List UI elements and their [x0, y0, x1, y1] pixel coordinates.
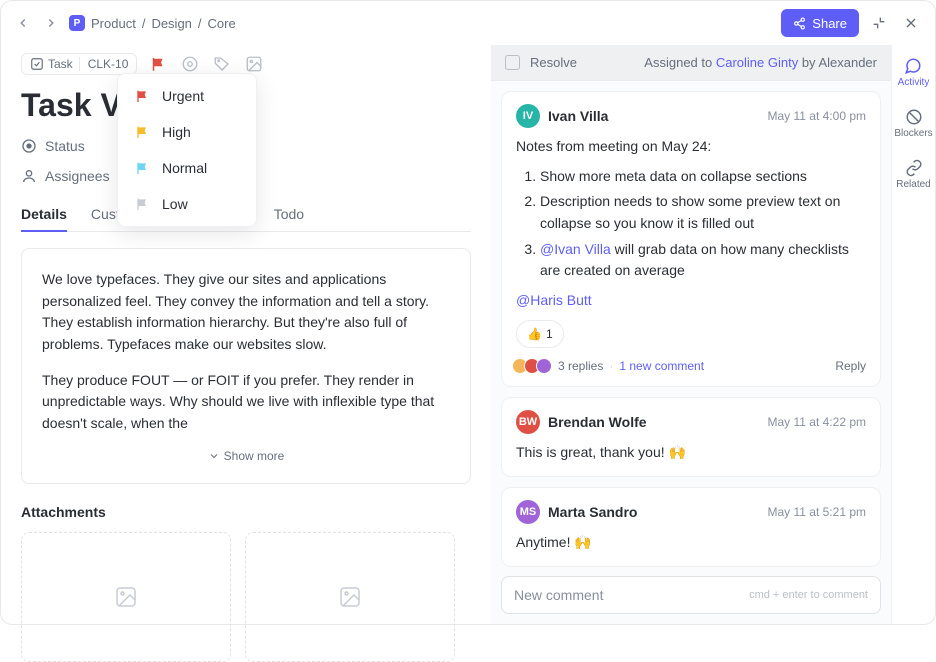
person-icon — [21, 168, 37, 184]
share-icon — [793, 17, 806, 30]
attachment-placeholder[interactable] — [21, 532, 231, 662]
mention-link[interactable]: @Haris Butt — [516, 292, 592, 308]
assignee-link[interactable]: Caroline Ginty — [716, 55, 798, 70]
avatar[interactable]: BW — [516, 410, 540, 434]
breadcrumb-item[interactable]: Design — [151, 16, 191, 31]
new-comment-count[interactable]: 1 new comment — [619, 359, 704, 373]
comment-author: Brendan Wolfe — [548, 414, 647, 430]
list-item: Show more meta data on collapse sections — [540, 166, 866, 188]
flag-icon — [134, 124, 150, 140]
comment-card: MS Marta Sandro May 11 at 5:21 pm Anytim… — [501, 487, 881, 567]
reply-count[interactable]: 3 replies — [558, 359, 603, 373]
avatar[interactable]: MS — [516, 500, 540, 524]
reaction-button[interactable]: 👍 1 — [516, 320, 564, 349]
comment-body: This is great, thank you! 🙌 — [516, 442, 866, 464]
image-placeholder-icon — [114, 585, 138, 609]
minimize-icon[interactable] — [867, 11, 891, 35]
share-button[interactable]: Share — [781, 9, 859, 37]
new-comment-input[interactable]: New comment cmd + enter to comment — [501, 576, 881, 614]
breadcrumb-item[interactable]: Core — [208, 16, 236, 31]
resolve-label: Resolve — [530, 55, 577, 70]
checkbox-icon — [30, 57, 44, 71]
comments-panel: Resolve Assigned to Caroline Ginty by Al… — [491, 45, 891, 624]
attachments-grid — [21, 532, 471, 662]
tab-details[interactable]: Details — [21, 198, 67, 232]
assigned-to-text: Assigned to Caroline Ginty by Alexander — [644, 55, 877, 70]
show-more-button[interactable]: Show more — [42, 449, 450, 463]
nav-back[interactable] — [13, 13, 33, 33]
app-icon[interactable]: P — [69, 15, 85, 31]
tab-custom[interactable]: Cust — [91, 198, 120, 231]
flag-icon — [134, 196, 150, 212]
sidebar-item-related[interactable]: Related — [892, 155, 934, 194]
comment-body: Anytime! 🙌 — [516, 532, 866, 554]
priority-option-high[interactable]: High — [118, 114, 256, 150]
comment-timestamp: May 11 at 4:00 pm — [768, 109, 867, 123]
attachment-placeholder[interactable] — [245, 532, 455, 662]
sidebar-item-activity[interactable]: Activity — [894, 53, 934, 92]
topbar: P Product / Design / Core Share — [1, 1, 935, 45]
comment-card: IV Ivan Villa May 11 at 4:00 pm Notes fr… — [501, 91, 881, 387]
sidebar-item-blockers[interactable]: Blockers — [890, 104, 936, 143]
image-placeholder-icon — [338, 585, 362, 609]
shortcut-hint: cmd + enter to comment — [749, 589, 868, 601]
comment-timestamp: May 11 at 5:21 pm — [768, 505, 867, 519]
description-text: We love typefaces. They give our sites a… — [42, 269, 450, 356]
nav-forward[interactable] — [41, 13, 61, 33]
breadcrumb-item[interactable]: Product — [91, 16, 136, 31]
mention-link[interactable]: @Ivan Villa — [540, 241, 611, 257]
priority-option-urgent[interactable]: Urgent — [118, 78, 256, 114]
chevron-down-icon — [208, 450, 220, 462]
tag-icon[interactable] — [213, 55, 231, 73]
comment-author: Marta Sandro — [548, 504, 637, 520]
comment-timestamp: May 11 at 4:22 pm — [768, 415, 867, 429]
flag-icon — [134, 160, 150, 176]
avatar[interactable]: IV — [516, 104, 540, 128]
status-icon — [21, 138, 37, 154]
thread-avatars — [516, 358, 552, 374]
list-item: @Ivan Villa will grab data on how many c… — [540, 239, 866, 282]
right-sidebar: Activity Blockers Related — [891, 45, 935, 624]
resolve-bar: Resolve Assigned to Caroline Ginty by Al… — [491, 45, 891, 81]
comment-card: BW Brendan Wolfe May 11 at 4:22 pm This … — [501, 397, 881, 477]
comment-author: Ivan Villa — [548, 108, 608, 124]
priority-option-low[interactable]: Low — [118, 186, 256, 222]
task-id: CLK-10 — [79, 57, 129, 71]
breadcrumb: P Product / Design / Core — [69, 15, 236, 31]
tab-todo[interactable]: Todo — [274, 198, 304, 231]
image-icon[interactable] — [245, 55, 263, 73]
task-type-chip[interactable]: Task CLK-10 — [21, 53, 137, 75]
reply-button[interactable]: Reply — [835, 359, 866, 373]
block-icon — [905, 108, 923, 126]
settings-icon[interactable] — [181, 55, 199, 73]
comment-body: Notes from meeting on May 24: Show more … — [516, 136, 866, 348]
list-item: Description needs to show some preview t… — [540, 191, 866, 234]
attachments-heading: Attachments — [21, 504, 471, 520]
topbar-right: Share — [781, 9, 923, 37]
priority-option-normal[interactable]: Normal — [118, 150, 256, 186]
task-toolbar: Task CLK-10 — [21, 53, 471, 75]
flag-icon — [134, 88, 150, 104]
close-icon[interactable] — [899, 11, 923, 35]
priority-dropdown: Urgent High Normal Low — [117, 73, 257, 227]
description-text: They produce FOUT — or FOIT if you prefe… — [42, 370, 450, 435]
flag-icon[interactable] — [149, 55, 167, 73]
thread-footer: 3 replies · 1 new comment Reply — [516, 358, 866, 374]
description-card[interactable]: We love typefaces. They give our sites a… — [21, 248, 471, 484]
link-icon — [905, 159, 923, 177]
comment-icon — [904, 57, 922, 75]
resolve-checkbox[interactable] — [505, 55, 520, 70]
